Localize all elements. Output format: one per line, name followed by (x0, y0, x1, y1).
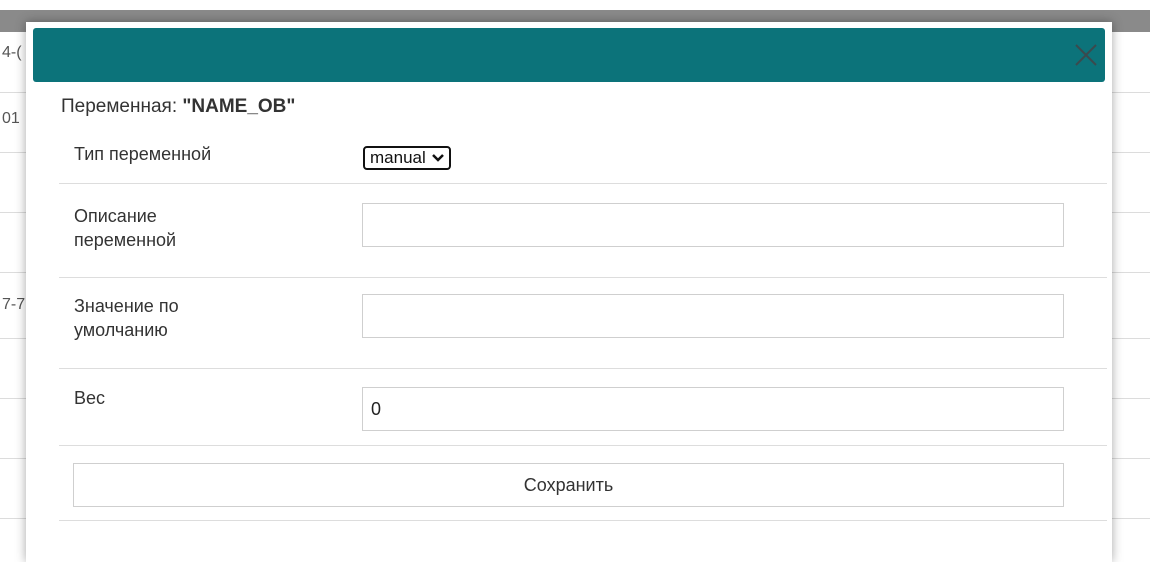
weight-label: Вес (74, 388, 106, 408)
background-cell-text: 01 (2, 110, 20, 127)
form-row-divider (59, 445, 1107, 446)
background-cell-text: 4-( (2, 44, 22, 61)
weight-input[interactable]: 0 (362, 387, 1064, 431)
form-row-divider (59, 368, 1107, 369)
chevron-down-icon (431, 154, 444, 162)
description-label: Описание переменной (74, 204, 176, 252)
default-value-label: Значение по умолчанию (74, 294, 179, 342)
page-top-band (0, 0, 1150, 10)
default-value-label-line2: умолчанию (74, 320, 168, 340)
description-input[interactable] (362, 203, 1064, 247)
variable-title-label: Переменная: (61, 96, 183, 117)
default-value-label-line1: Значение по (74, 296, 179, 316)
variable-type-selected-value: manual (370, 148, 426, 167)
default-value-input[interactable] (362, 294, 1064, 338)
variable-type-label: Тип переменной (74, 144, 212, 164)
close-icon (1075, 44, 1097, 66)
save-button[interactable]: Сохранить (73, 463, 1064, 507)
close-button[interactable] (1071, 40, 1101, 70)
description-label-line2: переменной (74, 230, 177, 250)
form-row-divider (59, 277, 1107, 278)
form-row-divider (59, 183, 1107, 184)
dialog-header (33, 28, 1105, 82)
variable-title: Переменная: "NAME_OB" (61, 96, 295, 118)
form-row-divider (59, 520, 1107, 521)
variable-type-select[interactable]: manual (363, 146, 451, 170)
background-cell-text: 7-7 (2, 296, 26, 313)
variable-name: "NAME_OB" (182, 96, 296, 117)
edit-variable-dialog: Переменная: "NAME_OB" Тип переменной man… (26, 22, 1112, 562)
description-label-line1: Описание (74, 206, 157, 226)
